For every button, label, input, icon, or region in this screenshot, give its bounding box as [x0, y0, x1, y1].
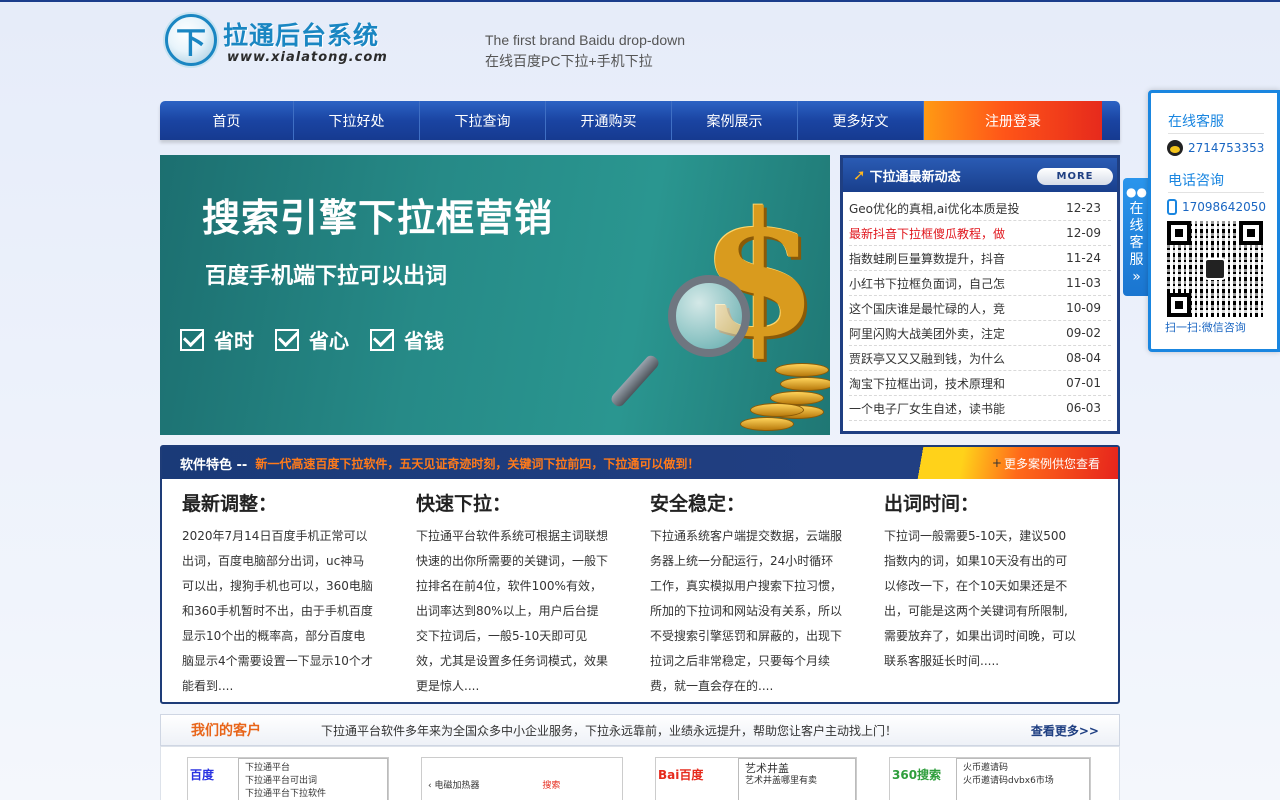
- feature-timing: 出词时间： 下拉词一般需要5-10天，建议500指数内的词，如果10天没有出的可…: [884, 489, 1118, 699]
- qq-contact[interactable]: 2714753353: [1167, 140, 1277, 156]
- rocket-icon: ➚: [853, 166, 866, 184]
- feature-body: 下拉通平台软件系统可根据主词联想快速的出你所需要的关键词，一般下拉排名在前4位，…: [416, 529, 609, 693]
- plus-icon: +: [991, 456, 1002, 470]
- logo-title: 拉通后台系统: [223, 21, 380, 50]
- baidu-logo: Bai百度: [658, 768, 704, 782]
- features-tagline: 新一代高速百度下拉软件，五天见证奇迹时刻，关键词下拉前四，下拉通可以做到！: [255, 456, 700, 471]
- coin-icon: [750, 403, 804, 417]
- customer-card[interactable]: Bai百度 艺术井盖 艺术井盖哪里有卖: [655, 757, 857, 800]
- baidu-logo: 百度: [190, 768, 215, 782]
- features-section: 软件特色 -- 新一代高速百度下拉软件，五天见证奇迹时刻，关键词下拉前四，下拉通…: [160, 445, 1120, 704]
- qq-icon: [1167, 140, 1183, 156]
- wechat-qr-code: [1167, 221, 1263, 317]
- feature-title: 快速下拉：: [416, 493, 512, 515]
- service-widget: 在线客服 2714753353 电话咨询 17098642050 扫一扫:微信咨…: [1148, 90, 1280, 352]
- customers-desc: 下拉通平台软件多年来为全国众多中小企业服务，下拉永远靠前，业绩永远提升，帮助您让…: [321, 723, 898, 738]
- checkbox-icon: [180, 328, 204, 351]
- news-list: Geo优化的真相,ai优化本质是投 12-23 最新抖音下拉框傻瓜教程，做 12-0…: [843, 192, 1117, 421]
- coin-icon: [740, 417, 794, 431]
- phone-contact[interactable]: 17098642050: [1167, 199, 1277, 215]
- logo-mark-icon: 下: [165, 14, 217, 66]
- service-title: 在线客服: [1168, 111, 1264, 134]
- site-logo[interactable]: 下 拉通后台系统 www.xialatong.com: [165, 14, 387, 72]
- banner-feature-time: 省时: [180, 325, 254, 354]
- banner-feature-effort: 省心: [275, 325, 349, 354]
- checkbox-icon: [275, 328, 299, 351]
- phone-icon: [1167, 199, 1177, 215]
- customers-more-link[interactable]: 查看更多>>: [1031, 722, 1099, 739]
- feature-body: 下拉词一般需要5-10天，建议500指数内的词，如果10天没有出的可以修改一下，…: [884, 529, 1077, 668]
- customer-cases: 百度 下拉通平台 下拉通平台可出词 下拉通平台下拉软件 ‹ 电磁加热器 搜索 B…: [160, 746, 1120, 800]
- news-item[interactable]: 这个国庆谁是最忙碌的人，竞 10-09: [849, 296, 1111, 321]
- feature-body: 下拉通系统客户端提交数据，云端服务器上统一分配运行，24小时循环工作，真实模拟用…: [650, 529, 843, 693]
- feature-title: 最新调整：: [182, 493, 278, 515]
- feature-title: 安全稳定：: [650, 493, 746, 515]
- customers-title: 我们的客户: [191, 723, 261, 739]
- magnifier-handle: [609, 353, 661, 409]
- wechat-icon: [1204, 258, 1226, 280]
- nav-cases[interactable]: 案例展示: [672, 101, 798, 140]
- banner-subtitle: 百度手机端下拉可以出词: [205, 264, 448, 289]
- user-group-icon: ●●: [1126, 185, 1147, 199]
- customers-bar: 我们的客户 下拉通平台软件多年来为全国众多中小企业服务，下拉永远靠前，业绩永远提…: [160, 714, 1120, 746]
- magnifier-icon: [668, 275, 750, 357]
- online-service-tab[interactable]: ●● 在线客服 »: [1123, 178, 1150, 296]
- hero-banner[interactable]: 搜索引擎下拉框营销 百度手机端下拉可以出词 省时 省心 省钱 $: [160, 155, 830, 435]
- checkbox-icon: [370, 328, 394, 351]
- nav-articles[interactable]: 更多好文: [798, 101, 924, 140]
- feature-title: 出词时间：: [884, 493, 980, 515]
- news-item[interactable]: Geo优化的真相,ai优化本质是投 12-23: [849, 196, 1111, 221]
- nav-query[interactable]: 下拉查询: [420, 101, 546, 140]
- feature-stable: 安全稳定： 下拉通系统客户端提交数据，云端服务器上统一分配运行，24小时循环工作…: [650, 489, 884, 699]
- news-title: 下拉通最新动态: [869, 169, 961, 185]
- nav-home[interactable]: 首页: [160, 101, 294, 140]
- phone-title: 电话咨询: [1168, 170, 1264, 193]
- news-item[interactable]: 淘宝下拉框出词，技术原理和 07-01: [849, 371, 1111, 396]
- double-chevron-icon: »: [1132, 269, 1141, 285]
- news-item[interactable]: 阿里闪购大战美团外卖，注定 09-02: [849, 321, 1111, 346]
- slogan-en: The first brand Baidu drop-down: [485, 32, 685, 48]
- customer-card[interactable]: 360搜索 火币邀请码 火币邀请码dvbx6市场: [889, 757, 1091, 800]
- news-item[interactable]: 贾跃亭又又又融到钱，为什么 08-04: [849, 346, 1111, 371]
- so360-logo: 360搜索: [892, 768, 942, 782]
- news-panel: ➚ 下拉通最新动态 MORE Geo优化的真相,ai优化本质是投 12-23 最新…: [840, 155, 1120, 434]
- more-cases-link[interactable]: + 更多案例供您查看: [896, 447, 1118, 479]
- nav-register-login[interactable]: 注册登录: [924, 101, 1102, 140]
- customer-card[interactable]: ‹ 电磁加热器 搜索: [421, 757, 623, 800]
- banner-feature-money: 省钱: [370, 325, 444, 354]
- news-header: ➚ 下拉通最新动态 MORE: [843, 158, 1117, 192]
- customer-card[interactable]: 百度 下拉通平台 下拉通平台可出词 下拉通平台下拉软件: [187, 757, 389, 800]
- news-item[interactable]: 小红书下拉框负面词，自己怎 11-03: [849, 271, 1111, 296]
- feature-body: 2020年7月14日百度手机正常可以出词，百度电脑部分出词，uc神马可以出，搜狗…: [182, 529, 373, 693]
- nav-benefits[interactable]: 下拉好处: [294, 101, 420, 140]
- feature-latest: 最新调整： 2020年7月14日百度手机正常可以出词，百度电脑部分出词，uc神马…: [182, 489, 416, 699]
- qr-caption: 扫一扫:微信咨询: [1165, 321, 1246, 334]
- coin-icon: [775, 363, 829, 377]
- nav-purchase[interactable]: 开通购买: [546, 101, 672, 140]
- features-label: 软件特色 --: [180, 457, 248, 473]
- slogan-cn: 在线百度PC下拉+手机下拉: [485, 53, 653, 69]
- header-slogan: The first brand Baidu drop-down 在线百度PC下拉…: [485, 30, 685, 72]
- logo-url: www.xialatong.com: [227, 50, 388, 65]
- main-nav: 首页 下拉好处 下拉查询 开通购买 案例展示 更多好文 注册登录: [160, 101, 1120, 140]
- features-header: 软件特色 -- 新一代高速百度下拉软件，五天见证奇迹时刻，关键词下拉前四，下拉通…: [162, 447, 1118, 479]
- banner-title: 搜索引擎下拉框营销: [202, 195, 554, 240]
- news-item[interactable]: 最新抖音下拉框傻瓜教程，做 12-09: [849, 221, 1111, 246]
- news-item[interactable]: 一个电子厂女生自述，读书能 06-03: [849, 396, 1111, 421]
- feature-fast: 快速下拉： 下拉通平台软件系统可根据主词联想快速的出你所需要的关键词，一般下拉排…: [416, 489, 650, 699]
- feature-columns: 最新调整： 2020年7月14日百度手机正常可以出词，百度电脑部分出词，uc神马…: [162, 479, 1118, 699]
- coin-icon: [780, 377, 830, 391]
- news-item[interactable]: 指数蛙刷巨量算数提升，抖音 11-24: [849, 246, 1111, 271]
- news-more-button[interactable]: MORE: [1037, 168, 1113, 185]
